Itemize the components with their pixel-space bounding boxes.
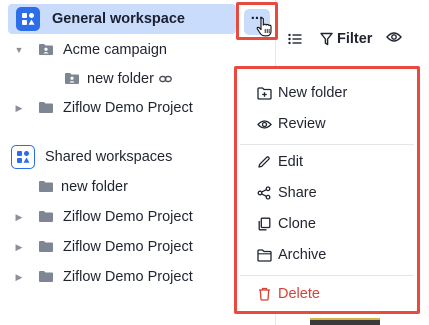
folder-label: Ziflow Demo Project	[63, 209, 193, 225]
menu-item-edit[interactable]: Edit	[240, 148, 414, 176]
menu-item-label: New folder	[278, 85, 348, 101]
menu-separator	[240, 275, 414, 276]
folder-ziflow-demo-project[interactable]: ▶ Ziflow Demo Project	[14, 232, 193, 262]
filter-button[interactable]: Filter	[320, 31, 372, 47]
context-menu-highlight: New folder Review Edit Share Clone Archi…	[234, 66, 420, 314]
folder-label: new folder	[87, 71, 154, 87]
workspace-general[interactable]: General workspace	[8, 4, 236, 34]
menu-item-clone[interactable]: Clone	[240, 210, 414, 238]
menu-item-label: Delete	[278, 286, 320, 302]
folder-label: Acme campaign	[63, 42, 167, 58]
menu-item-delete[interactable]: Delete	[240, 280, 414, 308]
folder-plus-icon	[256, 85, 272, 101]
share-icon	[256, 185, 272, 201]
chevron-right-icon[interactable]: ▶	[14, 212, 24, 223]
user-folder-icon	[64, 72, 82, 86]
eye-icon[interactable]	[386, 31, 403, 47]
user-folder-icon	[38, 43, 56, 57]
toolbar: Filter	[288, 28, 403, 50]
archive-icon	[256, 247, 272, 263]
workspace-shared-label: Shared workspaces	[45, 149, 173, 165]
workspace-icon	[16, 7, 40, 31]
folder-label: new folder	[61, 179, 128, 195]
folder-new-folder[interactable]: new folder	[38, 172, 128, 202]
menu-item-label: Archive	[278, 247, 327, 263]
menu-item-label: Clone	[278, 216, 316, 232]
asset-thumbnail[interactable]	[310, 318, 380, 325]
chevron-right-icon[interactable]: ▶	[14, 103, 24, 114]
menu-item-label: Edit	[278, 154, 303, 170]
eye-icon	[256, 116, 272, 132]
menu-separator	[240, 144, 414, 145]
folder-ziflow-demo-project[interactable]: ▶ Ziflow Demo Project	[14, 202, 193, 232]
menu-item-new-folder[interactable]: New folder	[240, 79, 414, 107]
folder-label: Ziflow Demo Project	[63, 269, 193, 285]
folder-icon	[38, 180, 56, 194]
chevron-right-icon[interactable]: ▶	[14, 272, 24, 283]
list-view-icon[interactable]	[288, 33, 302, 45]
folder-label: Ziflow Demo Project	[63, 100, 193, 116]
menu-item-share[interactable]: Share	[240, 179, 414, 207]
chevron-down-icon[interactable]: ▼	[14, 45, 24, 55]
chevron-right-icon[interactable]: ▶	[14, 242, 24, 253]
folder-ziflow-demo-project[interactable]: ▶ Ziflow Demo Project	[14, 93, 193, 123]
folder-ziflow-demo-project[interactable]: ▶ Ziflow Demo Project	[14, 262, 193, 292]
menu-item-label: Share	[278, 185, 317, 201]
folder-acme-campaign[interactable]: ▼ Acme campaign	[14, 35, 167, 65]
menu-item-archive[interactable]: Archive	[240, 241, 414, 269]
folder-icon	[38, 240, 56, 254]
folder-label: Ziflow Demo Project	[63, 239, 193, 255]
clone-icon	[256, 216, 272, 232]
link-icon	[159, 74, 172, 84]
menu-item-label: Review	[278, 116, 326, 132]
filter-label: Filter	[337, 31, 373, 47]
workspace-shared[interactable]: Shared workspaces	[11, 142, 172, 172]
folder-icon	[38, 270, 56, 284]
folder-new-folder[interactable]: new folder	[64, 64, 172, 94]
pencil-icon	[256, 154, 272, 170]
filter-icon	[320, 32, 333, 46]
workspace-general-label: General workspace	[52, 11, 185, 27]
trash-icon	[256, 286, 272, 302]
folder-icon	[38, 210, 56, 224]
folder-icon	[38, 101, 56, 115]
workspace-icon	[11, 145, 35, 169]
hand-cursor-icon	[256, 17, 272, 42]
more-options-highlight: ...	[236, 2, 278, 40]
menu-item-review[interactable]: Review	[240, 110, 414, 138]
context-menu: New folder Review Edit Share Clone Archi…	[240, 72, 414, 308]
